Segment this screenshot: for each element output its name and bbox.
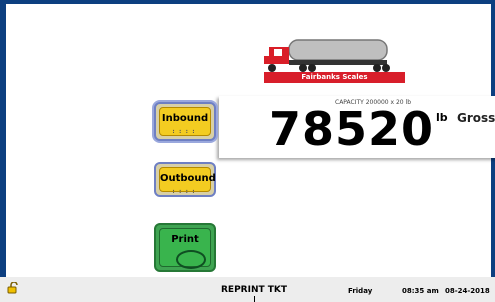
inbound-button-label: Inbound [161, 113, 209, 124]
print-button-face: Print [159, 228, 211, 269]
status-day: Friday [348, 287, 373, 295]
printer-icon [176, 250, 206, 269]
weight-mode: Gross [457, 111, 495, 125]
status-time: 08:35 am [402, 287, 439, 295]
outbound-texture-icon: :::: [171, 188, 199, 195]
inbound-button-face: Inbound :::: [159, 107, 211, 136]
weight-value: 78520 [269, 102, 435, 156]
status-date: 08-24-2018 [445, 287, 490, 295]
outbound-button-label: Outbound [160, 173, 216, 184]
app-window: Fairbanks Scales CAPACITY 200000 x 20 lb… [6, 4, 495, 284]
print-button-label: Print [171, 234, 199, 245]
logo-brand: Fairbanks Scales [264, 72, 405, 83]
inbound-texture-icon: :::: [171, 128, 199, 135]
unlock-icon[interactable] [7, 282, 19, 294]
weight-unit: lb [436, 111, 448, 124]
print-button[interactable]: Print [154, 223, 216, 272]
inbound-button[interactable]: Inbound :::: [154, 102, 216, 141]
reprint-ticket-button[interactable]: REPRINT TKT [221, 285, 287, 295]
outbound-button[interactable]: Outbound :::: [154, 162, 216, 197]
outbound-button-face: Outbound :::: [159, 167, 216, 195]
text-cursor [254, 296, 255, 302]
weight-readout: CAPACITY 200000 x 20 lb 78520 lb Gross [219, 96, 495, 158]
